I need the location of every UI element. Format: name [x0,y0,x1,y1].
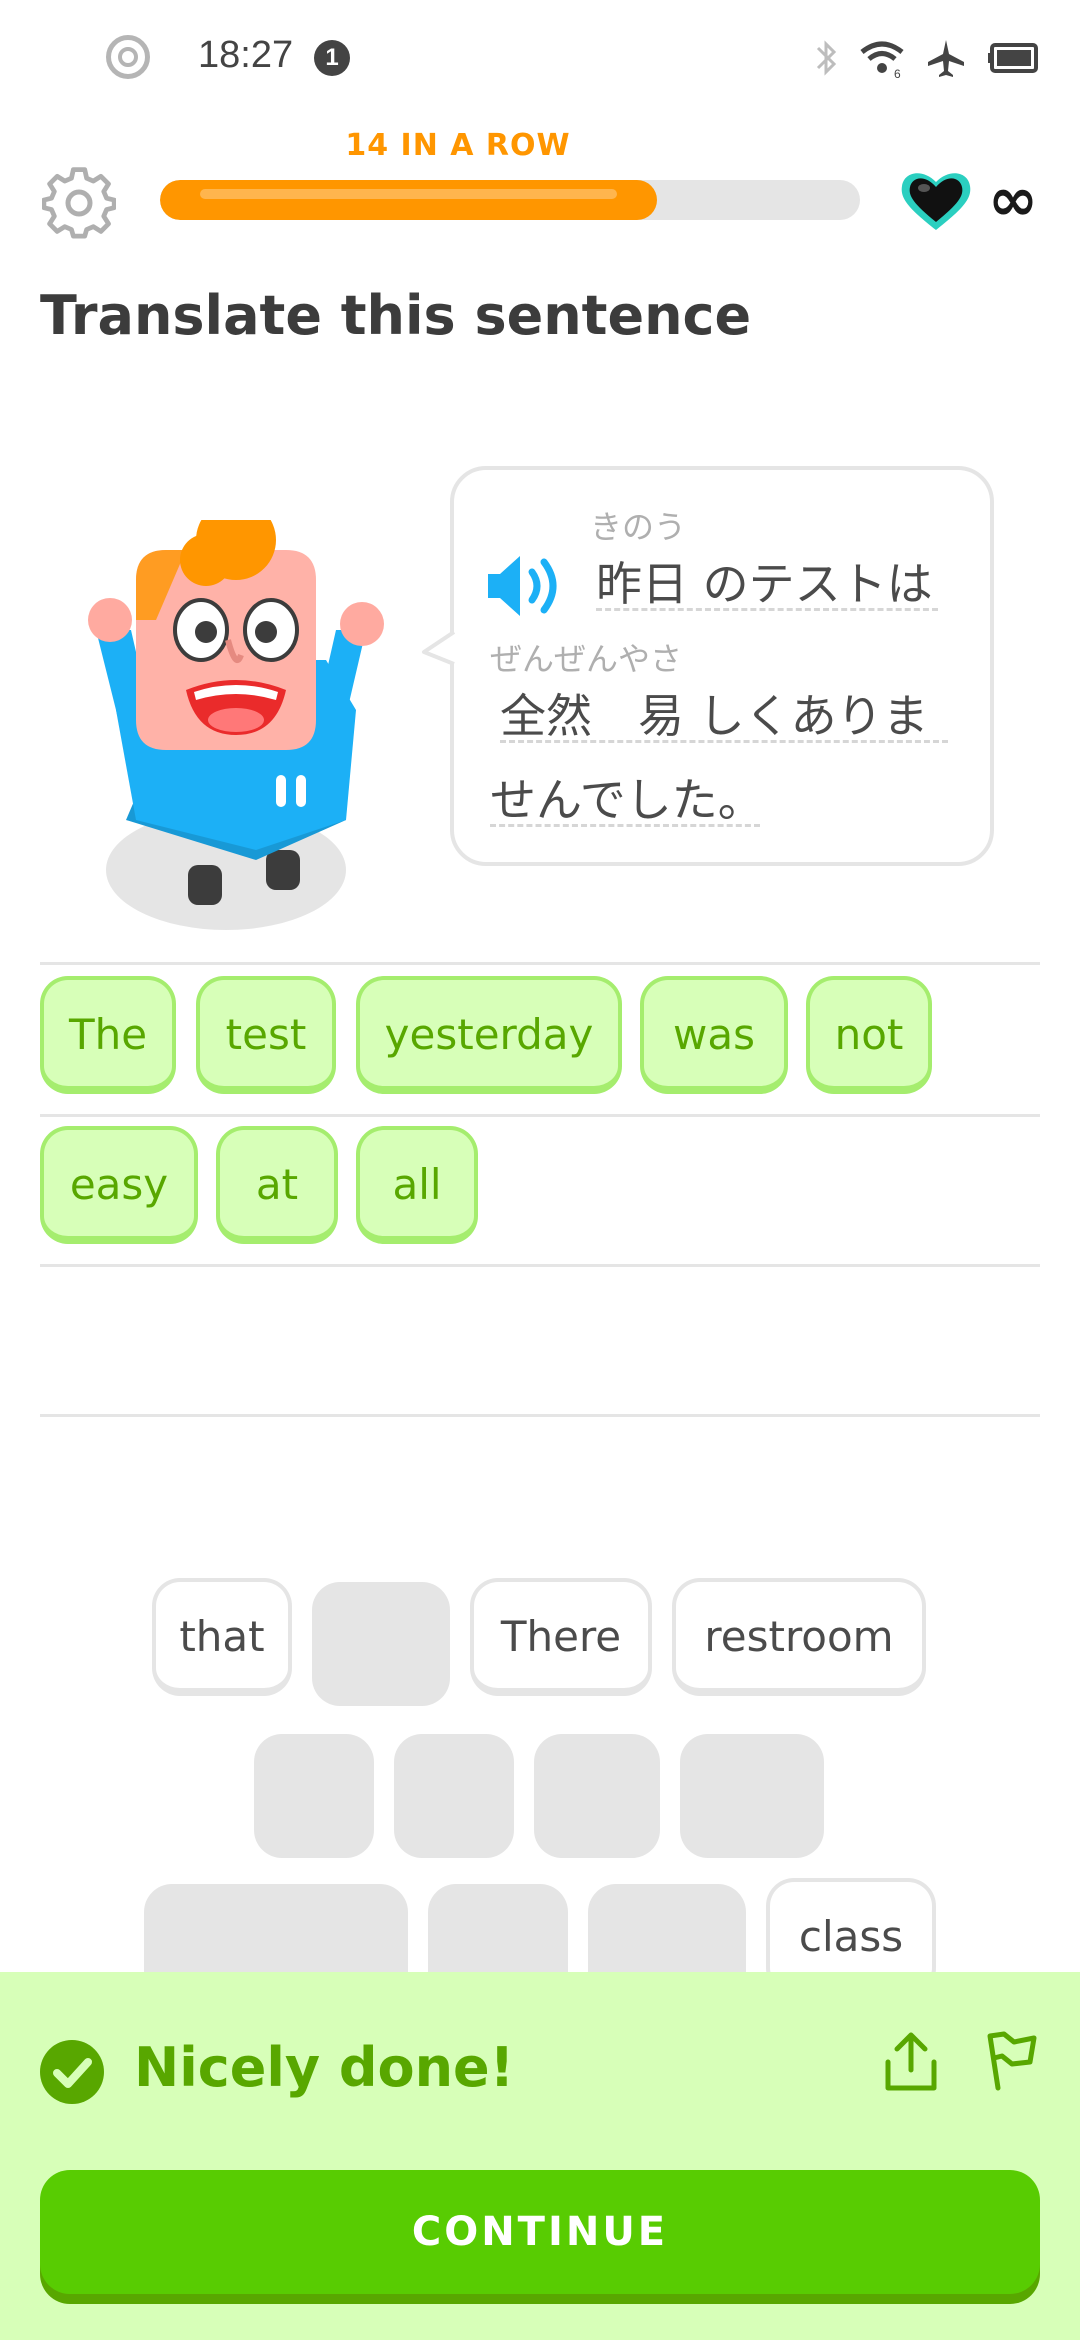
answer-line-2 [40,1114,1040,1117]
settings-gear-icon[interactable] [42,166,116,240]
answer-tile[interactable]: yesterday [356,976,622,1094]
lesson-progress-bar [160,180,860,220]
word-bank-tile[interactable]: There [470,1578,652,1696]
notification-badge: 1 [314,40,350,76]
word-bank-empty-slot [254,1734,374,1858]
furigana-kinou: きのう [590,508,687,546]
airplane-icon [928,40,964,77]
underline-3 [490,824,760,827]
answer-tile[interactable]: at [216,1126,338,1244]
streak-label: 14 IN A ROW [345,128,571,163]
answer-line-4 [40,1414,1040,1417]
status-time: 18:27 [198,34,294,76]
word-bank-empty-slot [394,1734,514,1858]
share-icon[interactable] [882,2030,940,2094]
unlimited-hearts: ∞ [988,165,1038,235]
sentence-line-1[interactable]: 昨日 のテストは [596,548,933,614]
speech-bubble-tail [422,630,456,666]
report-flag-icon[interactable] [984,2028,1042,2092]
character-illustration [88,520,384,930]
status-bar: 18:27 1 6 [0,0,1080,120]
answer-tile[interactable]: test [196,976,336,1094]
check-circle-icon [40,2040,104,2104]
answer-tile[interactable]: all [356,1126,478,1244]
feedback-message: Nicely done! [134,2036,515,2099]
word-bank-tile[interactable]: that [152,1578,292,1696]
continue-button[interactable]: CONTINUE [40,2170,1040,2294]
answer-line-1 [40,962,1040,965]
speaker-icon[interactable] [486,552,570,620]
furigana-zenzenyasa: ぜんぜんやさ [490,640,683,678]
word-bank-tile[interactable]: restroom [672,1578,926,1696]
prompt-title: Translate this sentence [40,284,752,347]
word-bank-empty-slot [680,1734,824,1858]
underline-1 [596,608,938,611]
heart-icon[interactable] [896,166,976,236]
answer-tile[interactable]: The [40,976,176,1094]
answer-tile[interactable]: not [806,976,932,1094]
wifi-icon: 6 [860,41,904,78]
svg-text:6: 6 [894,67,901,78]
word-bank-empty-slot [312,1582,450,1706]
record-icon [106,35,150,79]
answer-tile[interactable]: easy [40,1126,198,1244]
sentence-line-2[interactable]: 全然 易 しくありま [500,680,929,746]
word-bank-empty-slot [534,1734,660,1858]
underline-2 [500,740,948,743]
sentence-line-3[interactable]: せんでした。 [490,764,764,830]
progress-fill [160,180,657,220]
answer-line-3 [40,1264,1040,1267]
battery-icon [988,43,1038,73]
bluetooth-icon [816,40,837,76]
answer-tile[interactable]: was [640,976,788,1094]
